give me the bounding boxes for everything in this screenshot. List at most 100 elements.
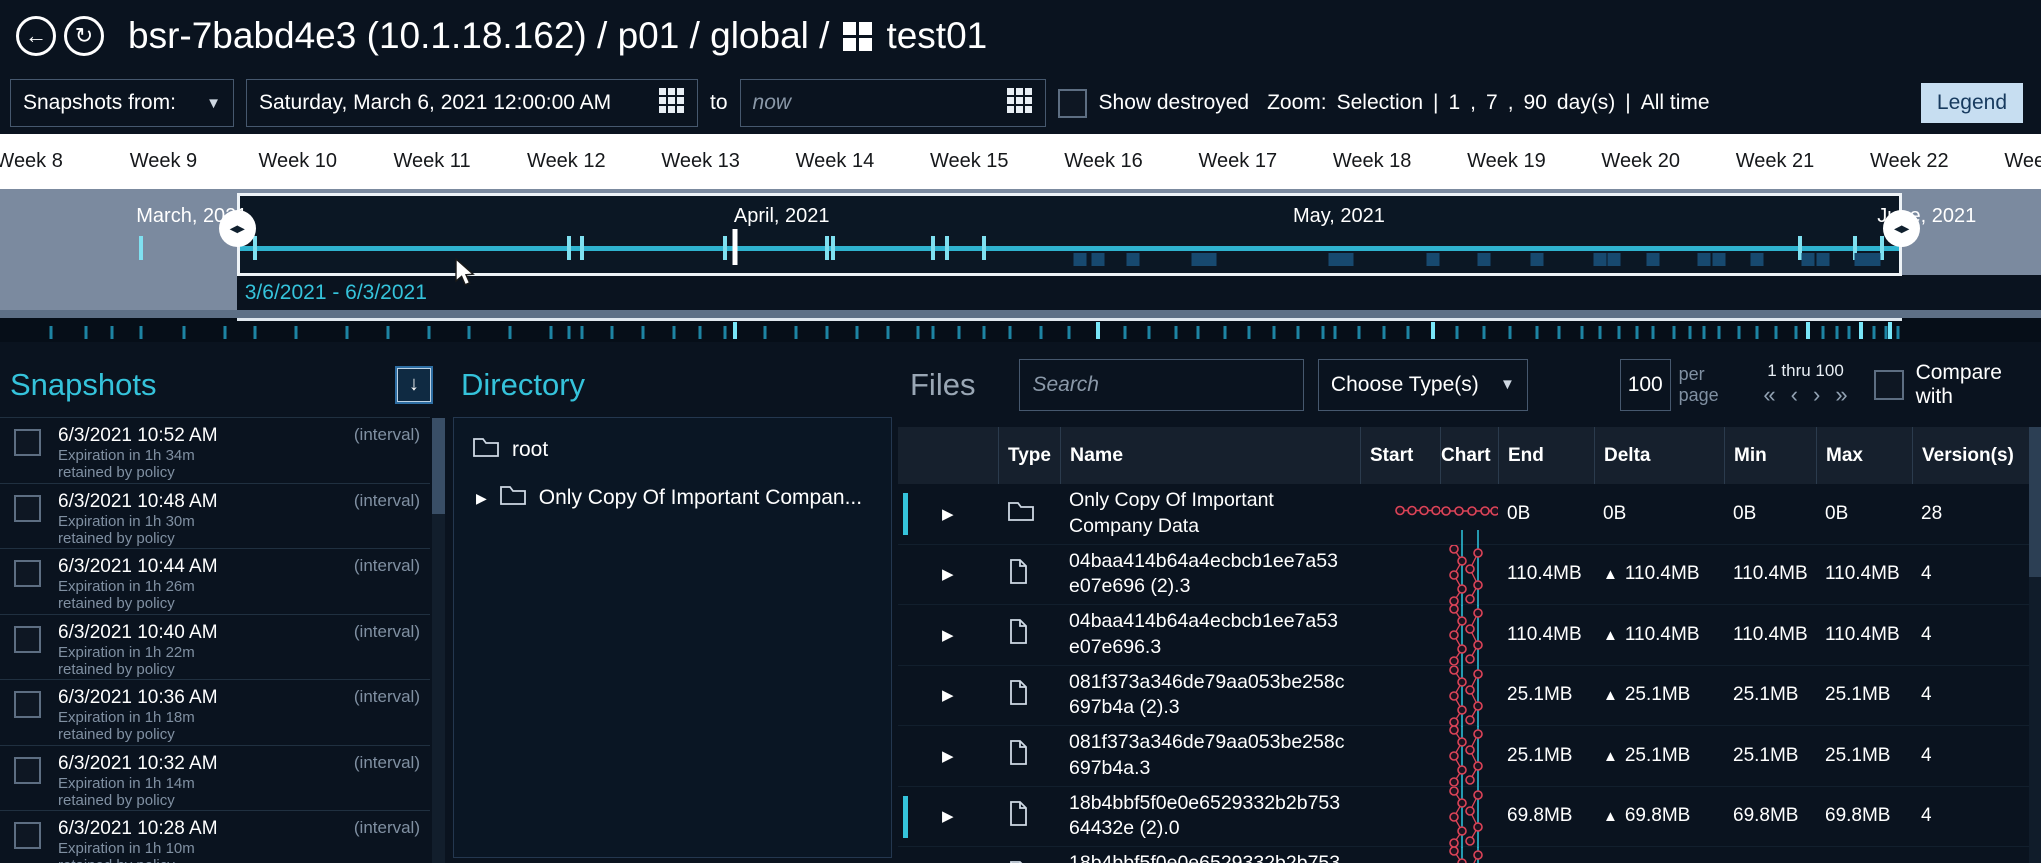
week-label: Week 19 xyxy=(1439,150,1573,173)
snapshot-item[interactable]: 6/3/2021 10:28 AM Expiration in 1h 10m r… xyxy=(0,811,430,863)
row-expander-icon[interactable]: ▶ xyxy=(942,506,954,523)
column-header-start[interactable]: Start xyxy=(1360,427,1440,484)
file-row[interactable]: ▶ 04baa414b64a4ecbcb1ee7a53e07e696.3 110… xyxy=(898,605,2029,666)
row-expander-icon[interactable]: ▶ xyxy=(942,748,954,765)
refresh-button[interactable]: ↻ xyxy=(64,16,104,56)
row-expander-icon[interactable]: ▶ xyxy=(942,808,954,825)
handle-arrows-icon: ◂▸ xyxy=(1895,220,1909,237)
folder-icon xyxy=(499,483,527,513)
files-scrollbar-thumb[interactable] xyxy=(2029,427,2041,577)
pagination-next-button[interactable]: › xyxy=(1813,382,1820,408)
snapshots-scrollbar-thumb[interactable] xyxy=(432,418,445,514)
snapshot-checkbox[interactable] xyxy=(14,495,41,522)
column-header-type[interactable]: Type xyxy=(998,427,1060,484)
snapshots-panel: Snapshots ↓ 6/3/2021 10:52 AM Expiration… xyxy=(0,352,447,863)
row-expander-icon[interactable]: ▶ xyxy=(942,687,954,704)
timeline-selection[interactable] xyxy=(237,193,1902,276)
snapshots-title: Snapshots xyxy=(10,367,157,403)
snapshot-checkbox[interactable] xyxy=(14,626,41,653)
calendar-icon[interactable] xyxy=(658,87,685,120)
snapshot-item[interactable]: 6/3/2021 10:48 AM Expiration in 1h 30m r… xyxy=(0,484,430,550)
snapshot-interval-tag: (interval) xyxy=(354,491,424,549)
band-edge xyxy=(0,310,2041,318)
file-row[interactable]: ▶ 081f373a346de79aa053be258c697b4a (2).3… xyxy=(898,666,2029,727)
show-destroyed-checkbox[interactable] xyxy=(1058,89,1087,118)
column-header-versions[interactable]: Version(s) xyxy=(1912,427,2029,484)
snapshot-item[interactable]: 6/3/2021 10:40 AM Expiration in 1h 22m r… xyxy=(0,615,430,681)
legend-button[interactable]: Legend xyxy=(1921,83,2023,123)
file-start xyxy=(1360,605,1440,665)
directory-tree: root ▶ Only Copy Of Important Compan... xyxy=(453,417,892,858)
timeline-handle-left[interactable]: ◂▸ xyxy=(219,210,256,247)
row-expander-icon[interactable]: ▶ xyxy=(942,566,954,583)
snapshots-scrollbar[interactable] xyxy=(432,418,445,863)
snapshot-item[interactable]: 6/3/2021 10:36 AM Expiration in 1h 18m r… xyxy=(0,680,430,746)
file-row[interactable]: ▶ 18b4bbf5f0e0e6529332b2b75364432e.0 xyxy=(898,847,2029,863)
sparkline-vertical xyxy=(1440,666,1498,726)
snapshot-checkbox[interactable] xyxy=(14,822,41,849)
snapshot-checkbox[interactable] xyxy=(14,560,41,587)
file-icon xyxy=(1007,679,1029,712)
scroll-to-latest-button[interactable]: ↓ xyxy=(397,368,431,402)
filter-bar: Snapshots from: ▼ to Show destroyed Zoom… xyxy=(0,72,2041,134)
files-scrollbar[interactable] xyxy=(2029,427,2041,863)
snapshot-item[interactable]: 6/3/2021 10:52 AM Expiration in 1h 34m r… xyxy=(0,418,430,484)
zoom-7-days[interactable]: 7 xyxy=(1486,91,1498,115)
tree-child-item[interactable]: ▶ Only Copy Of Important Compan... xyxy=(454,474,891,522)
file-row[interactable]: ▶ 04baa414b64a4ecbcb1ee7a53e07e696 (2).3… xyxy=(898,545,2029,606)
separator: , xyxy=(1470,91,1476,115)
snapshot-item[interactable]: 6/3/2021 10:44 AM Expiration in 1h 26m r… xyxy=(0,549,430,615)
row-expander-icon[interactable]: ▶ xyxy=(942,627,954,644)
column-header-delta[interactable]: Delta xyxy=(1594,427,1724,484)
type-filter-dropdown[interactable]: Choose Type(s) ▼ xyxy=(1318,359,1528,411)
file-versions: 4 xyxy=(1912,624,2029,646)
file-row[interactable]: ▶ Only Copy Of Important Company Data xyxy=(898,484,2029,545)
compare-checkbox[interactable] xyxy=(1874,370,1904,400)
search-input[interactable] xyxy=(1032,373,1290,397)
title-bar: ← ↻ bsr-7babd4e3 (10.1.18.162) / p01 / g… xyxy=(0,0,2041,72)
snapshot-checkbox[interactable] xyxy=(14,757,41,784)
timeline-band: March, 2021 April, 2021 May, 2021 June, … xyxy=(0,189,2041,310)
zoom-all-time[interactable]: All time xyxy=(1641,91,1710,115)
tree-root-item[interactable]: root xyxy=(454,426,891,474)
snapshot-interval-tag: (interval) xyxy=(354,556,424,614)
zoom-1-day[interactable]: 1 xyxy=(1448,91,1460,115)
column-header-end[interactable]: End xyxy=(1498,427,1594,484)
directory-panel: Directory root ▶ Only Copy Of Important … xyxy=(447,352,898,863)
snapshot-item[interactable]: 6/3/2021 10:32 AM Expiration in 1h 14m r… xyxy=(0,746,430,812)
zoom-selection[interactable]: Selection xyxy=(1337,91,1423,115)
expander-icon[interactable]: ▶ xyxy=(476,490,487,507)
folder-icon xyxy=(472,435,500,465)
snapshot-interval-tag: (interval) xyxy=(354,818,424,863)
file-row[interactable]: ▶ 081f373a346de79aa053be258c697b4a.3 25.… xyxy=(898,726,2029,787)
back-button[interactable]: ← xyxy=(16,16,56,56)
pagination-last-button[interactable]: » xyxy=(1835,382,1847,408)
from-date-input[interactable] xyxy=(259,91,648,115)
zoom-90-days[interactable]: 90 xyxy=(1524,91,1547,115)
file-versions: 4 xyxy=(1912,745,2029,767)
pagination-prev-button[interactable]: ‹ xyxy=(1791,382,1798,408)
per-page-input[interactable] xyxy=(1627,373,1664,397)
file-row[interactable]: ▶ 18b4bbf5f0e0e6529332b2b75364432e (2).0… xyxy=(898,787,2029,848)
compare-label: Compare with xyxy=(1916,361,2041,409)
timeline-handle-right[interactable]: ◂▸ xyxy=(1883,210,1920,247)
column-header-max[interactable]: Max xyxy=(1816,427,1912,484)
to-date-input[interactable] xyxy=(753,91,996,115)
delta-up-icon: ▲ xyxy=(1603,687,1618,704)
snapshots-from-dropdown[interactable]: Snapshots from: ▼ xyxy=(10,79,234,127)
delta-up-icon: ▲ xyxy=(1603,748,1618,765)
snapshot-checkbox[interactable] xyxy=(14,691,41,718)
file-name: Only Copy Of Important Company Data xyxy=(1060,488,1360,539)
file-delta: ▲25.1MB xyxy=(1594,745,1724,767)
mini-viewport[interactable] xyxy=(237,318,1902,342)
column-header-chart[interactable]: Chart xyxy=(1440,427,1498,484)
snapshot-checkbox[interactable] xyxy=(14,429,41,456)
file-min: 0B xyxy=(1724,503,1816,525)
week-label: Week 17 xyxy=(1171,150,1305,173)
column-header-name[interactable]: Name xyxy=(1060,427,1360,484)
column-header-min[interactable]: Min xyxy=(1724,427,1816,484)
week-label: Week 23 xyxy=(1976,150,2041,173)
calendar-icon[interactable] xyxy=(1006,87,1033,120)
pagination-first-button[interactable]: « xyxy=(1763,382,1775,408)
separator: | xyxy=(1625,91,1630,115)
